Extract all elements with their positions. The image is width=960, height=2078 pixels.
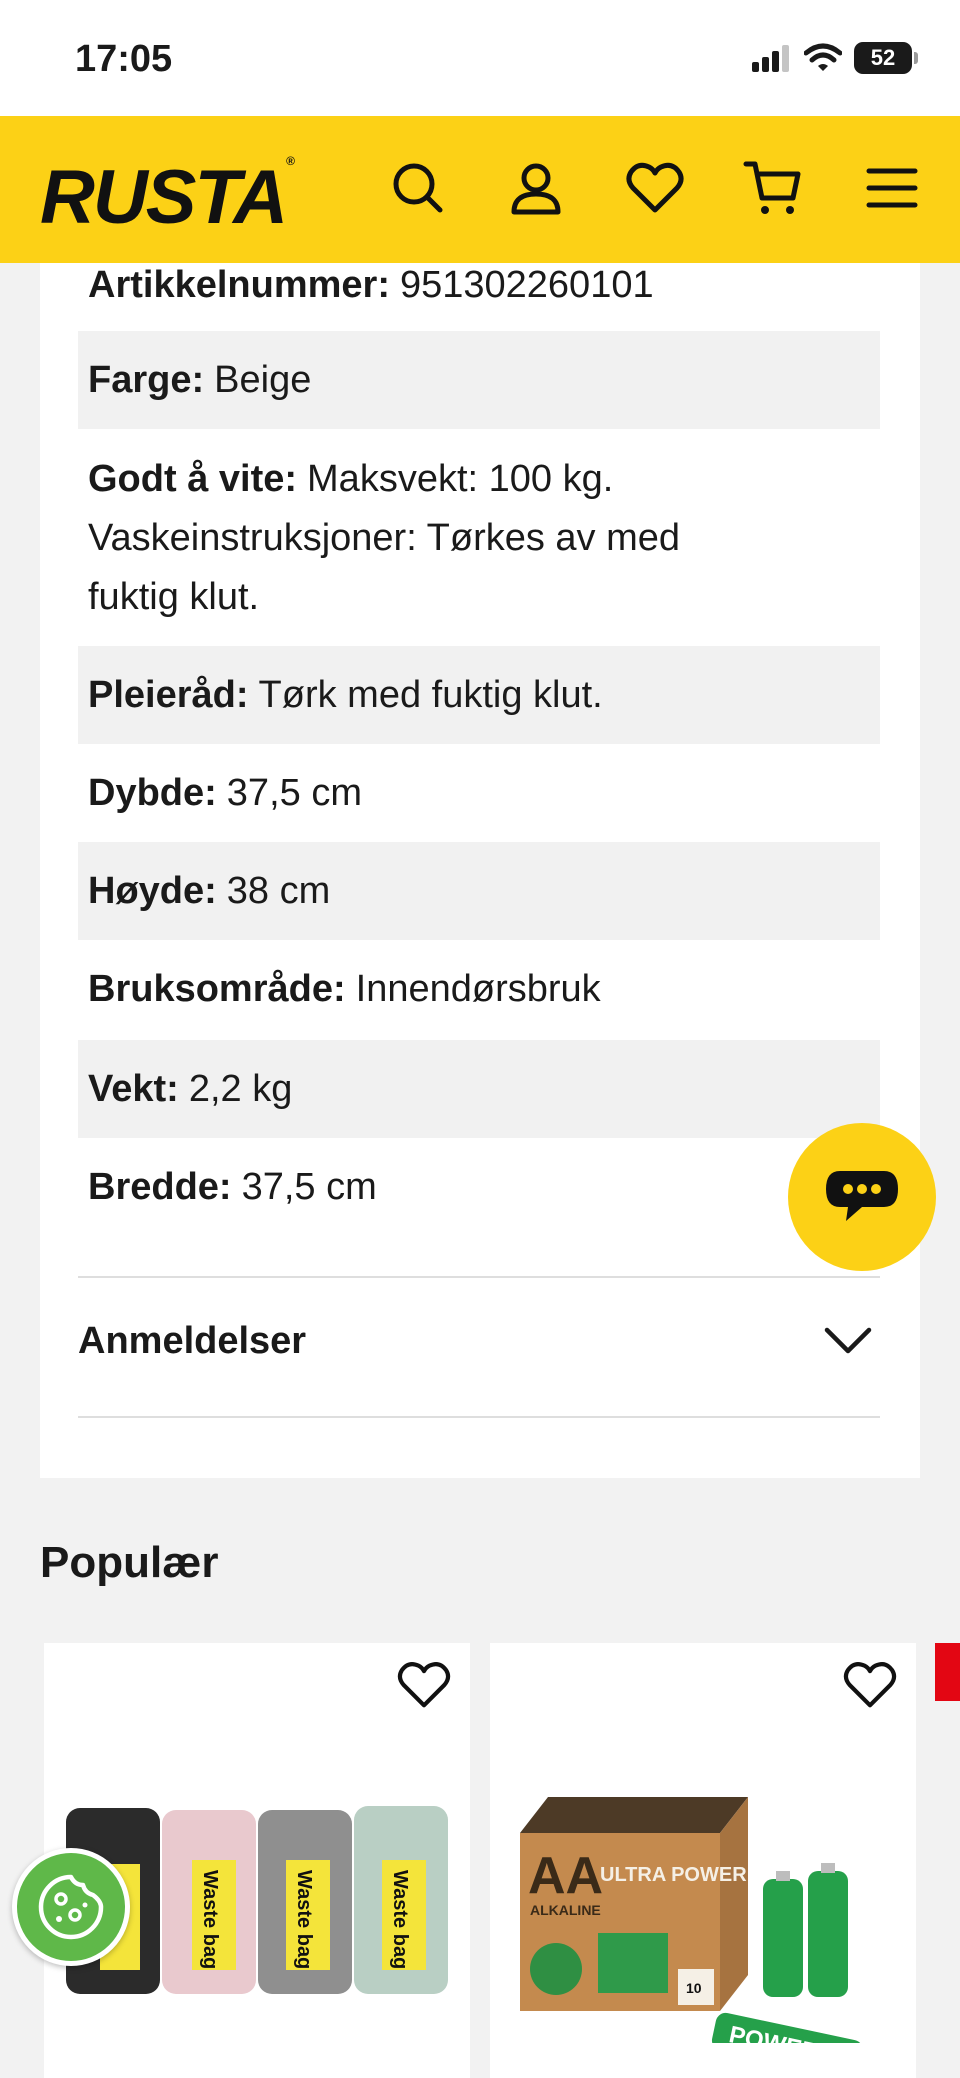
chat-button[interactable] <box>788 1123 936 1271</box>
cellular-signal-icon <box>752 45 789 72</box>
heart-icon[interactable] <box>623 156 687 220</box>
spec-value: 37,5 cm <box>241 1165 377 1208</box>
spec-row-good-to-know: Godt å vite: Maksvekt: 100 kg. Vaskeinstr… <box>78 450 880 640</box>
battery-box-type: ALKALINE <box>530 1902 601 1918</box>
cart-icon[interactable] <box>741 156 805 220</box>
account-icon[interactable] <box>504 156 568 220</box>
spec-value: 37,5 cm <box>226 771 362 814</box>
divider <box>78 1416 880 1418</box>
spec-row-weight: Vekt: 2,2 kg <box>78 1040 880 1138</box>
spec-value: 951302260101 <box>399 263 654 306</box>
favorite-button[interactable] <box>840 1655 900 1715</box>
spec-label: Farge: <box>88 358 205 401</box>
spec-value: Maksvekt: 100 kg. <box>307 458 614 500</box>
spec-row-care: Pleieråd: Tørk med fuktig klut. <box>78 646 880 744</box>
battery-indicator: 52 <box>854 42 918 74</box>
site-header: RUSTA® <box>0 116 960 263</box>
spec-value: 38 cm <box>226 869 331 912</box>
spec-value: Innendørsbruk <box>355 967 601 1010</box>
spec-value: Beige <box>214 358 312 401</box>
menu-icon[interactable] <box>860 156 924 220</box>
spec-row-usage: Bruksområde: Innendørsbruk <box>78 940 880 1038</box>
spec-value: 2,2 kg <box>188 1067 293 1110</box>
status-time: 17:05 <box>75 38 173 80</box>
spec-row-color: Farge: Beige <box>78 331 880 429</box>
product-card[interactable]: AA ULTRA POWER ALKALINE 10 POWER <box>490 1643 916 2078</box>
aa-batteries-product-image: AA ULTRA POWER ALKALINE 10 POWER <box>520 1797 863 2043</box>
reviews-accordion-title: Anmeldelser <box>78 1319 307 1362</box>
spec-value: Tørk med fuktig klut. <box>258 673 603 716</box>
battery-box-sublabel: ULTRA POWER <box>600 1864 747 1886</box>
spec-label: Bruksområde: <box>88 967 346 1010</box>
spec-row-depth: Dybde: 37,5 cm <box>78 744 880 842</box>
spec-label: Bredde: <box>88 1165 232 1208</box>
reviews-accordion[interactable]: Anmeldelser <box>78 1274 880 1408</box>
next-card-edge[interactable] <box>935 1643 960 1701</box>
rusta-logo[interactable]: RUSTA® <box>40 154 295 241</box>
spec-row-width: Bredde: 37,5 cm <box>78 1138 880 1236</box>
roll-label: Waste bag <box>389 1870 411 1969</box>
cookie-settings-button[interactable] <box>12 1848 130 1966</box>
heart-icon <box>843 1662 897 1708</box>
battery-box-count: 10 <box>686 1980 702 1996</box>
spec-label: Vekt: <box>88 1067 179 1110</box>
popular-section-title: Populær <box>40 1538 219 1587</box>
spec-value-line: Vaskeinstruksjoner: Tørkes av med <box>88 517 681 559</box>
spec-label: Dybde: <box>88 771 217 814</box>
spec-row-height: Høyde: 38 cm <box>78 842 880 940</box>
status-icons: 52 <box>752 42 918 74</box>
chevron-down-icon <box>824 1327 872 1354</box>
spec-value-line: fuktig klut. <box>88 576 260 618</box>
spec-label: Høyde: <box>88 869 217 912</box>
battery-box-label: AA <box>528 1847 603 1905</box>
wifi-icon <box>804 43 842 71</box>
status-bar: 17:05 52 <box>0 0 960 116</box>
cookie-icon <box>38 1874 104 1940</box>
spec-label: Artikkelnummer: <box>88 263 390 306</box>
spec-label: Godt å vite: <box>88 458 298 500</box>
chat-bubble-icon <box>826 1171 898 1221</box>
roll-label: Waste bag <box>199 1870 221 1969</box>
search-icon[interactable] <box>386 156 450 220</box>
heart-icon <box>397 1662 451 1708</box>
favorite-button[interactable] <box>394 1655 454 1715</box>
spec-label: Pleieråd: <box>88 673 249 716</box>
roll-label: Waste bag <box>293 1870 315 1969</box>
product-details-card: Artikkelnummer: 951302260101 Farge: Beig… <box>40 263 920 1478</box>
spec-row-article-number: Artikkelnummer: 951302260101 <box>78 249 880 321</box>
